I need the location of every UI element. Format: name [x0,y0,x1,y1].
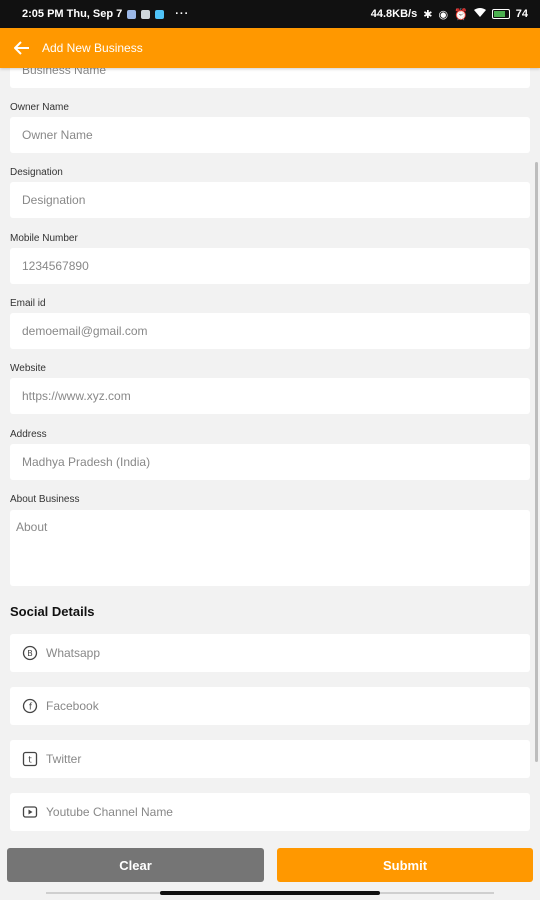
notification-icon [141,9,151,19]
whatsapp-placeholder: Whatsapp [46,646,101,660]
back-arrow-icon[interactable] [12,38,32,58]
svg-text:B: B [27,649,33,658]
bluetooth-icon: ✱ [423,8,433,21]
clear-button[interactable]: Clear [7,848,264,882]
social-details-heading: Social Details [10,604,95,619]
about-business-textarea[interactable]: About [10,510,530,586]
battery-level: 74 [515,8,528,20]
status-time-date: 2:05 PM Thu, Sep 7 [22,8,123,20]
email-input[interactable]: demoemail@gmail.com [10,313,530,349]
owner-name-label: Owner Name [10,102,69,113]
twitter-placeholder: Twitter [46,752,82,766]
facebook-icon: f [22,698,38,714]
facebook-placeholder: Facebook [46,699,99,713]
youtube-icon [22,804,38,820]
twitter-input[interactable]: t Twitter [10,740,530,778]
whatsapp-icon: B [22,645,38,661]
eye-icon: ◉ [438,8,449,21]
battery-icon [491,9,510,19]
address-input[interactable]: Madhya Pradesh (India) [10,444,530,480]
wifi-icon [473,7,486,21]
website-label: Website [10,363,46,374]
facebook-input[interactable]: f Facebook [10,687,530,725]
svg-text:t: t [28,756,32,766]
scrollbar[interactable] [535,162,538,762]
website-input[interactable]: https://www.xyz.com [10,378,530,414]
address-label: Address [10,429,47,440]
notification-icon [155,9,165,19]
business-name-input[interactable]: Business Name [10,68,530,88]
svg-text:f: f [29,703,33,713]
alarm-icon: ⏰ [454,8,468,21]
app-bar: Add New Business [0,28,540,68]
submit-button[interactable]: Submit [277,848,533,882]
mobile-number-input[interactable]: 1234567890 [10,248,530,284]
whatsapp-input[interactable]: B Whatsapp [10,634,530,672]
owner-name-input[interactable]: Owner Name [10,117,530,153]
status-bar: 2:05 PM Thu, Sep 7 ··· 44.8KB/s ✱ ◉ ⏰ 74 [0,0,540,28]
form-scroll-area[interactable]: Business Name Owner Name Owner Name Desi… [0,68,540,838]
more-notifications-icon: ··· [175,8,190,20]
home-gesture-bar[interactable] [160,891,380,895]
notification-icon [127,9,137,19]
youtube-placeholder: Youtube Channel Name [46,805,173,819]
network-speed: 44.8KB/s [370,8,418,20]
youtube-input[interactable]: Youtube Channel Name [10,793,530,831]
about-business-label: About Business [10,494,80,505]
page-title: Add New Business [42,41,143,55]
designation-input[interactable]: Designation [10,182,530,218]
twitter-icon: t [22,751,38,767]
mobile-number-label: Mobile Number [10,233,78,244]
email-label: Email id [10,298,46,309]
designation-label: Designation [10,167,63,178]
